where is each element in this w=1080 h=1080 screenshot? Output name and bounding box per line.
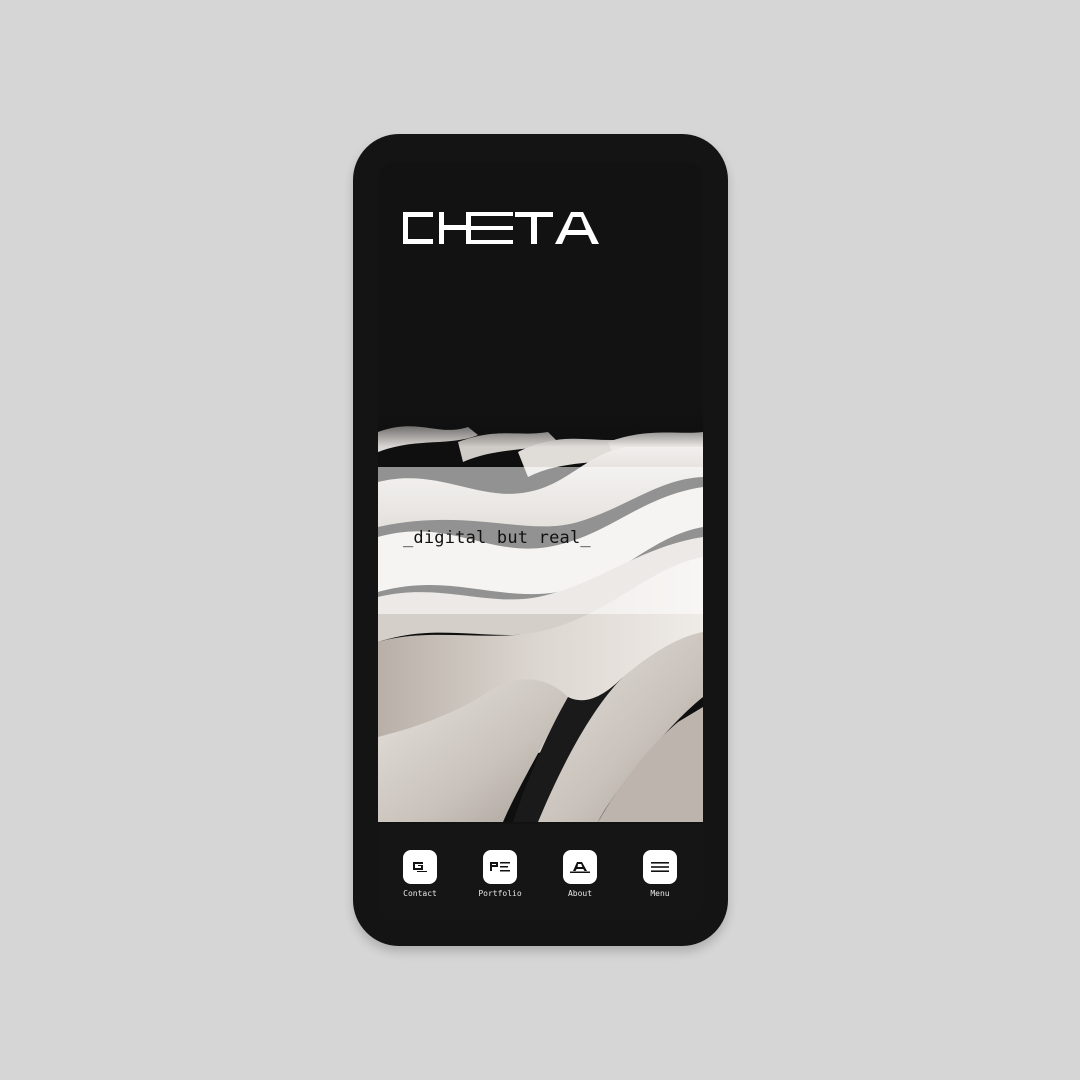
contact-button[interactable]: [403, 850, 437, 884]
phone-frame: _digital but real_ Contact Portfolio Abo…: [353, 134, 728, 946]
about-button[interactable]: [563, 850, 597, 884]
nav-item-portfolio[interactable]: Portfolio: [460, 850, 540, 898]
nav-label-about: About: [567, 889, 593, 898]
nav-label-menu: Menu: [650, 889, 670, 898]
portfolio-button[interactable]: [483, 850, 517, 884]
nav-item-menu[interactable]: Menu: [620, 850, 700, 898]
cheta-logo[interactable]: [403, 212, 611, 244]
nav-label-portfolio: Portfolio: [478, 889, 522, 898]
contact-glyph-icon: [413, 862, 427, 872]
hero-tagline: _digital but real_: [403, 528, 591, 548]
app-screen: _digital but real_ Contact Portfolio Abo…: [378, 162, 703, 921]
nav-item-contact[interactable]: Contact: [380, 850, 460, 898]
about-glyph-icon: [570, 862, 590, 873]
bottom-navigation: Contact Portfolio About Menu: [378, 824, 703, 921]
nav-item-about[interactable]: About: [540, 850, 620, 898]
hamburger-menu-icon: [651, 862, 669, 872]
logo-wordmark: [403, 212, 599, 244]
nav-label-contact: Contact: [403, 889, 437, 898]
menu-button[interactable]: [643, 850, 677, 884]
portfolio-glyph-icon: [490, 862, 510, 872]
